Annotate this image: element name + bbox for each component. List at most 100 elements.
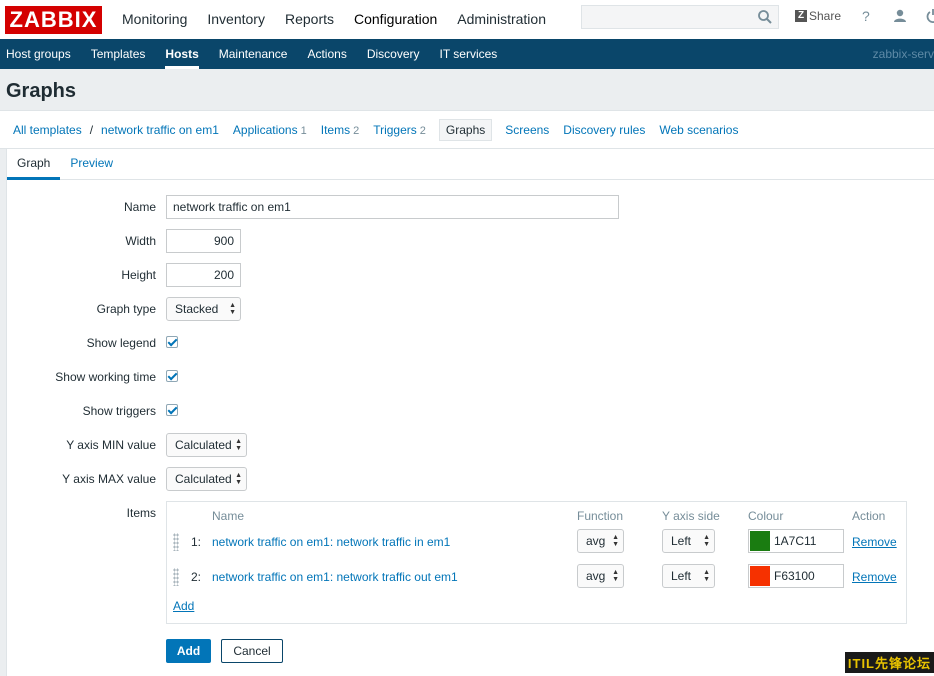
colour-hex: F63100	[774, 569, 815, 583]
breadcrumb-host[interactable]: network traffic on em1	[94, 123, 226, 137]
colour-picker[interactable]: F63100	[748, 564, 844, 588]
name-label: Name	[123, 200, 156, 214]
graph-type-select[interactable]: Stacked ▲ ▼	[166, 297, 241, 321]
subnav-actions[interactable]: Actions	[297, 39, 356, 69]
y-min-select[interactable]: Calculated ▲ ▼	[166, 433, 247, 457]
y-min-value: Calculated	[175, 438, 232, 452]
applications-count: 1	[300, 124, 307, 137]
table-row: 2: network traffic on em1: network traff…	[167, 564, 908, 590]
show-triggers-checkbox[interactable]	[166, 404, 178, 416]
column-header-y-axis: Y axis side	[662, 509, 720, 523]
colour-swatch[interactable]	[750, 566, 770, 586]
breadcrumb-graphs[interactable]: Graphs	[438, 118, 493, 141]
show-working-time-row: Show working time	[7, 365, 934, 389]
subnav-templates[interactable]: Templates	[81, 39, 156, 69]
show-legend-checkbox[interactable]	[166, 336, 178, 348]
item-y-axis-value: Left	[671, 569, 692, 583]
breadcrumb-applications[interactable]: Applications 1	[226, 123, 314, 137]
drag-handle-icon[interactable]	[173, 533, 179, 551]
column-header-colour: Colour	[748, 509, 784, 523]
items-label: Items	[320, 122, 351, 137]
height-field[interactable]: 200	[166, 263, 241, 287]
form-tabs: Graph Preview	[7, 149, 934, 180]
y-max-select[interactable]: Calculated ▲ ▼	[166, 467, 247, 491]
items-count: 2	[353, 124, 360, 137]
triggers-label: Triggers	[373, 122, 417, 137]
colour-swatch[interactable]	[750, 531, 770, 551]
item-function-value: avg	[586, 569, 606, 583]
item-function-select[interactable]: avg ▲ ▼	[577, 564, 624, 588]
subnav-host-groups[interactable]: Host groups	[0, 39, 81, 69]
show-working-time-label: Show working time	[55, 370, 156, 384]
show-working-time-checkbox[interactable]	[166, 370, 178, 382]
graph-form-panel: Graph Preview Name network traffic on em…	[6, 149, 934, 676]
breadcrumb-web-scenarios[interactable]: Web scenarios	[652, 123, 745, 137]
tab-graph[interactable]: Graph	[7, 149, 61, 180]
select-arrows-icon: ▲ ▼	[703, 569, 710, 583]
help-icon[interactable]: ?	[862, 8, 870, 24]
top-bar: ZABBIX Monitoring Inventory Reports Conf…	[0, 0, 934, 39]
share-label: Share	[809, 9, 842, 23]
breadcrumb: All templates / network traffic on em1 A…	[0, 110, 934, 149]
tab-preview[interactable]: Preview	[60, 149, 123, 179]
subnav-it-services[interactable]: IT services	[430, 39, 508, 69]
item-y-axis-select[interactable]: Left ▲ ▼	[662, 529, 715, 553]
breadcrumb-triggers[interactable]: Triggers 2	[366, 123, 433, 137]
remove-item-link[interactable]: Remove	[852, 570, 897, 584]
select-arrows-icon: ▲ ▼	[612, 534, 619, 548]
height-label: Height	[121, 268, 156, 282]
main-menu: Monitoring Inventory Reports Configurati…	[112, 0, 556, 39]
subnav-maintenance[interactable]: Maintenance	[209, 39, 298, 69]
share-button[interactable]: Z Share	[795, 9, 841, 23]
user-profile-icon[interactable]	[893, 9, 907, 23]
sign-out-icon[interactable]	[926, 9, 934, 23]
item-name-link[interactable]: network traffic on em1: network traffic …	[212, 570, 458, 584]
menu-monitoring[interactable]: Monitoring	[112, 0, 197, 39]
remove-item-link[interactable]: Remove	[852, 535, 897, 549]
breadcrumb-all-templates[interactable]: All templates	[6, 123, 89, 137]
subnav-discovery[interactable]: Discovery	[357, 39, 430, 69]
y-min-row: Y axis MIN value Calculated ▲ ▼	[7, 433, 934, 457]
item-function-value: avg	[586, 534, 606, 548]
cancel-button[interactable]: Cancel	[221, 639, 283, 663]
breadcrumb-screens[interactable]: Screens	[498, 123, 556, 137]
width-field[interactable]: 900	[166, 229, 241, 253]
item-y-axis-select[interactable]: Left ▲ ▼	[662, 564, 715, 588]
width-label: Width	[125, 234, 156, 248]
add-button[interactable]: Add	[166, 639, 211, 663]
sub-navigation: Host groups Templates Hosts Maintenance …	[0, 39, 934, 69]
applications-label: Applications	[232, 122, 298, 137]
add-item-link[interactable]: Add	[173, 599, 194, 613]
item-number: 1:	[191, 535, 202, 549]
menu-configuration[interactable]: Configuration	[344, 0, 447, 39]
breadcrumb-discovery-rules[interactable]: Discovery rules	[556, 123, 652, 137]
item-name-link[interactable]: network traffic on em1: network traffic …	[212, 535, 450, 549]
search-input[interactable]	[581, 5, 779, 29]
triggers-count: 2	[419, 124, 426, 137]
column-header-name: Name	[212, 509, 245, 523]
show-triggers-label: Show triggers	[82, 404, 156, 418]
name-field[interactable]: network traffic on em1	[166, 195, 619, 219]
show-legend-label: Show legend	[86, 336, 156, 350]
graph-type-label: Graph type	[96, 302, 156, 316]
item-function-select[interactable]: avg ▲ ▼	[577, 529, 624, 553]
select-arrows-icon: ▲ ▼	[612, 569, 619, 583]
menu-administration[interactable]: Administration	[447, 0, 556, 39]
name-row: Name network traffic on em1	[7, 195, 934, 219]
drag-handle-icon[interactable]	[173, 568, 179, 586]
search-icon[interactable]	[757, 9, 773, 25]
width-row: Width 900	[7, 229, 934, 253]
items-label: Items	[126, 506, 156, 520]
zabbix-logo[interactable]: ZABBIX	[5, 5, 102, 34]
y-max-label: Y axis MAX value	[62, 472, 156, 486]
colour-picker[interactable]: 1A7C11	[748, 529, 844, 553]
item-y-axis-value: Left	[671, 534, 692, 548]
menu-inventory[interactable]: Inventory	[197, 0, 275, 39]
select-arrows-icon: ▲ ▼	[235, 472, 242, 486]
subnav-hosts[interactable]: Hosts	[155, 39, 208, 69]
table-row: 1: network traffic on em1: network traff…	[167, 529, 908, 555]
select-arrows-icon: ▲ ▼	[703, 534, 710, 548]
y-max-value: Calculated	[175, 472, 232, 486]
menu-reports[interactable]: Reports	[275, 0, 344, 39]
breadcrumb-items[interactable]: Items 2	[314, 123, 366, 137]
